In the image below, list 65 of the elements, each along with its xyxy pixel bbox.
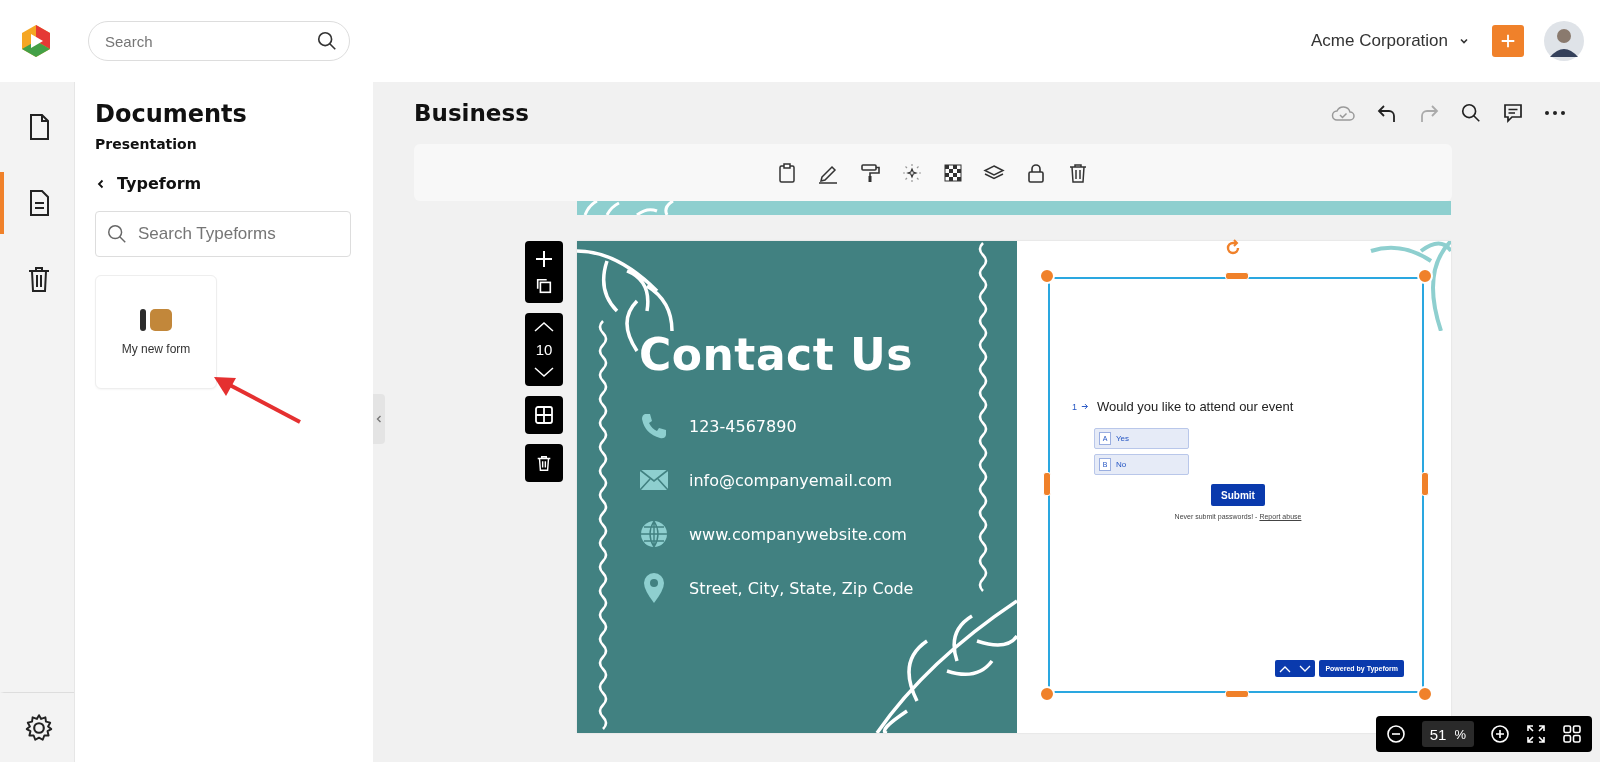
resize-handle[interactable] [1421,472,1429,496]
search-icon[interactable] [1460,102,1482,124]
resize-handle[interactable] [1039,268,1055,284]
search-field[interactable]: Search [88,21,350,61]
choice-label: No [1116,460,1127,469]
fullscreen-icon[interactable] [1526,724,1546,744]
arrow-right-icon [1081,403,1089,410]
avatar-icon[interactable] [1544,21,1584,61]
collapse-handle[interactable] [373,394,385,444]
back-link[interactable]: Typeform [95,174,202,193]
zoom-in-icon[interactable] [1490,724,1510,744]
grid-icon [534,405,554,425]
phone-icon [639,411,669,441]
page-number: 10 [535,341,553,358]
grid-button[interactable] [525,396,563,434]
add-button[interactable] [1492,25,1524,57]
contact-text: Street, City, State, Zip Code [689,578,914,598]
trash-icon [535,454,553,472]
resize-handle[interactable] [1039,686,1055,702]
typeform-search-field[interactable]: Search Typeforms [95,211,351,257]
more-icon[interactable] [1544,110,1566,116]
search-icon [316,30,338,52]
contact-text: info@companyemail.com [689,470,893,490]
cloud-check-icon[interactable] [1330,103,1356,123]
plus-icon [1499,32,1517,50]
contact-text: www.companywebsite.com [689,524,907,544]
add-icon[interactable] [534,249,554,269]
undo-icon[interactable] [1376,102,1398,124]
contact-text: 123-4567890 [689,416,797,436]
submit-button[interactable]: Submit [1211,484,1265,506]
resize-handle[interactable] [1043,472,1051,496]
checkerboard-icon[interactable] [943,162,963,183]
grid-view-icon[interactable] [1562,724,1582,744]
question-text: Would you like to attend our event [1097,399,1294,414]
chevron-up-icon[interactable] [533,321,555,333]
organization-dropdown[interactable]: Acme Corporation [1311,31,1470,51]
choice-label: Yes [1116,434,1130,443]
search-icon [106,223,128,245]
settings-icon [23,711,55,744]
panel-title: Documents [95,100,248,128]
delete-slide-button[interactable] [525,444,563,482]
document-title: Business [414,100,530,126]
chevron-up-icon[interactable] [1279,664,1292,673]
resize-handle[interactable] [1417,268,1433,284]
clipboard-icon[interactable] [777,161,797,184]
zoom-out-icon[interactable] [1385,724,1406,744]
panel-subtitle: Presentation [95,136,198,152]
zoom-field[interactable]: 51 % [1421,721,1474,747]
comment-icon[interactable] [1502,102,1524,124]
typeform-icon [138,308,174,332]
globe-icon [639,519,669,549]
chevron-down-icon[interactable] [533,366,555,378]
envelope-icon [639,469,669,491]
slide-heading: Contact Us [639,329,914,380]
chevron-down-icon[interactable] [1299,664,1312,673]
resize-handle[interactable] [1225,690,1249,698]
lock-icon[interactable] [1025,161,1047,184]
question-number: 1 [1072,401,1077,412]
resize-handle[interactable] [1225,272,1249,280]
resize-handle[interactable] [1417,686,1433,702]
form-card[interactable]: My new form [95,275,217,389]
paint-roller-icon[interactable] [859,161,881,184]
duplicate-icon[interactable] [535,277,553,295]
sparkle-icon[interactable] [901,161,923,184]
trash-icon[interactable] [1067,161,1089,184]
